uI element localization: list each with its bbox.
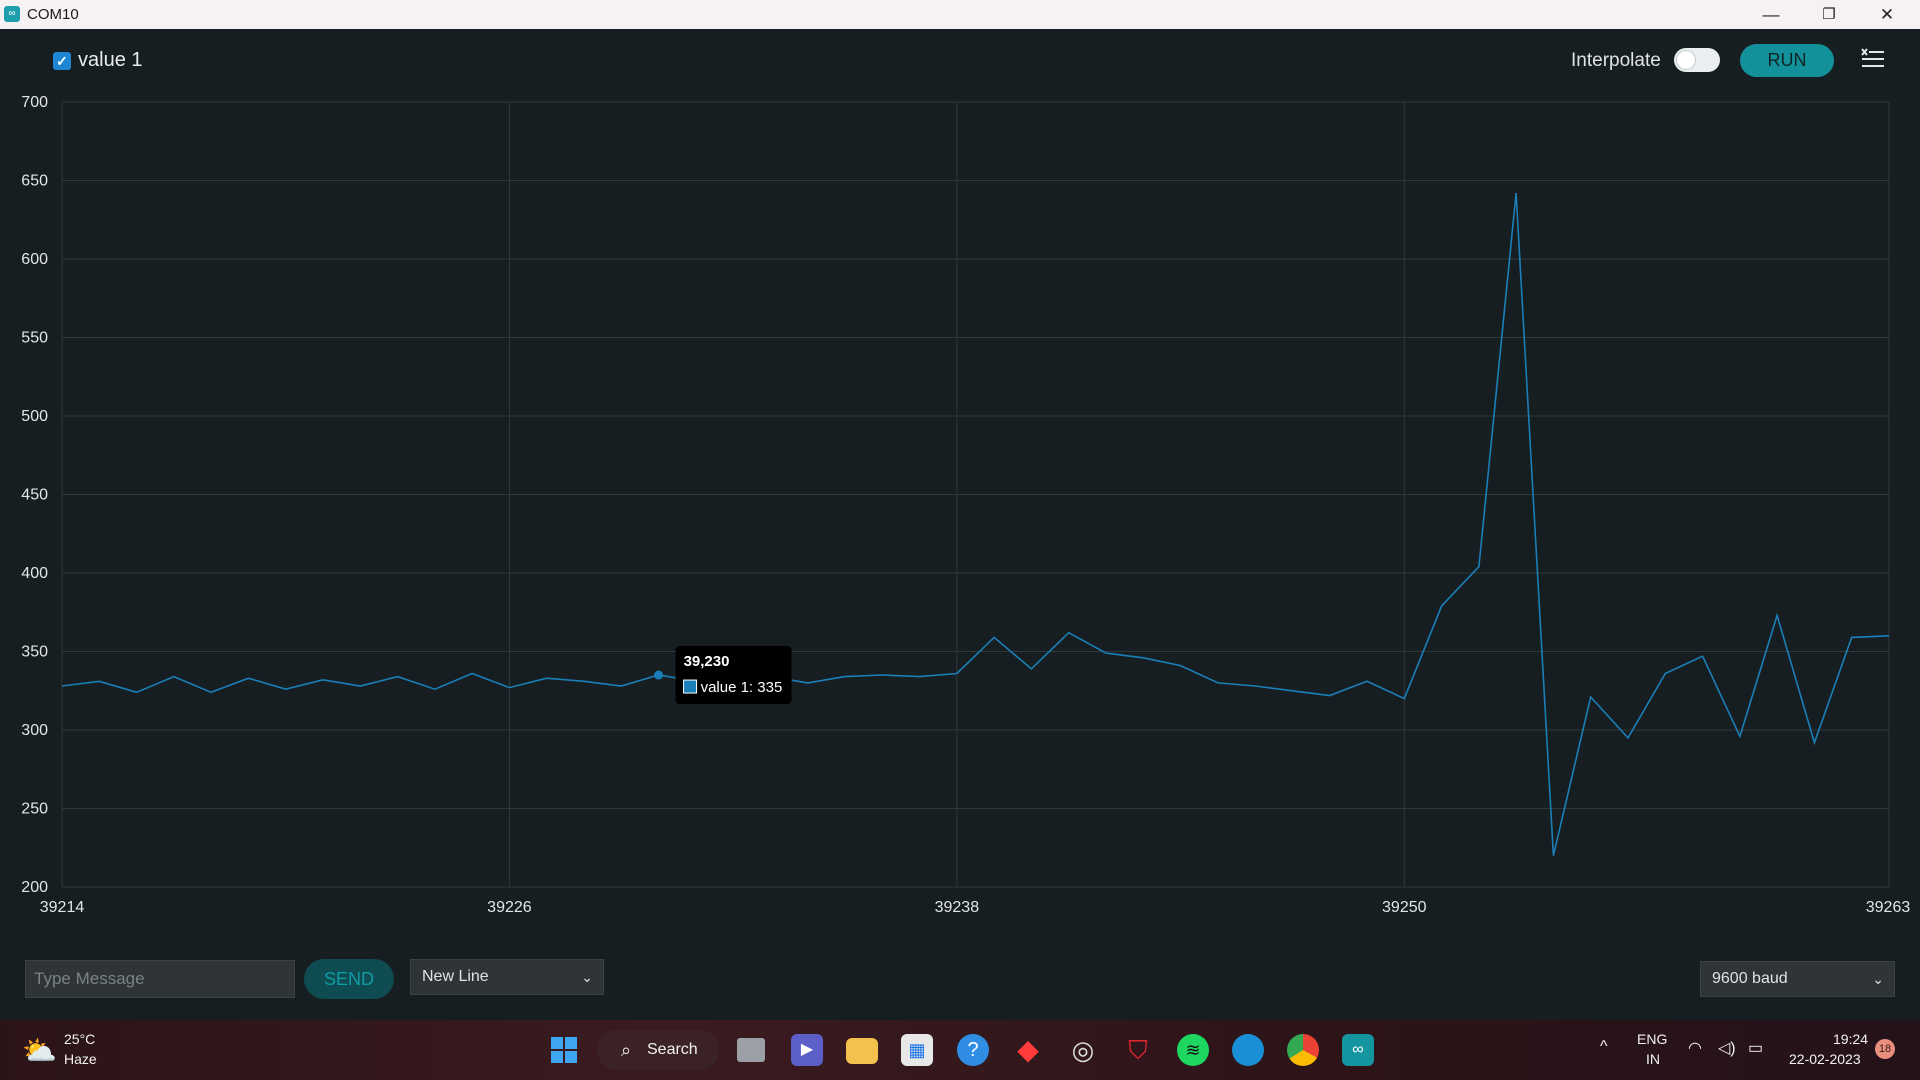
y-tick-label: 550 xyxy=(21,330,48,347)
file-explorer-icon[interactable] xyxy=(846,1038,878,1064)
obs-studio-icon[interactable]: ◎ xyxy=(1067,1034,1099,1066)
message-input[interactable] xyxy=(25,960,295,998)
y-tick-label: 600 xyxy=(21,251,48,268)
search-icon: ⌕ xyxy=(621,1040,632,1060)
send-button[interactable]: SEND xyxy=(304,959,394,999)
teams-chat-icon[interactable]: ▶ xyxy=(791,1034,823,1066)
x-tick-label: 39263 xyxy=(1866,899,1911,916)
chrome-browser-icon[interactable] xyxy=(1287,1034,1319,1066)
y-tick-label: 200 xyxy=(21,879,48,896)
task-view-icon[interactable] xyxy=(737,1038,765,1062)
get-help-icon[interactable]: ? xyxy=(957,1034,989,1066)
clear-list-icon[interactable] xyxy=(1860,46,1886,72)
window-title: COM10 xyxy=(27,6,79,23)
y-tick-label: 500 xyxy=(21,408,48,425)
chevron-down-icon: ⌄ xyxy=(1872,971,1884,987)
arduino-app-icon: ∞ xyxy=(4,6,20,22)
chart-grid xyxy=(61,101,1890,888)
input-region[interactable]: IN xyxy=(1646,1051,1660,1067)
weather-haze-icon[interactable]: ⛅ xyxy=(22,1034,57,1067)
wifi-icon[interactable]: ◠ xyxy=(1688,1038,1702,1058)
clock-time[interactable]: 19:24 xyxy=(1833,1031,1868,1047)
serial-plotter-chart[interactable]: 700650600550500450400350300250200 39214 3… xyxy=(0,90,1920,940)
close-button[interactable]: ✕ xyxy=(1864,0,1910,29)
toggle-knob xyxy=(1677,51,1695,69)
spotify-icon[interactable]: ≋ xyxy=(1177,1034,1209,1066)
chevron-down-icon: ⌄ xyxy=(581,969,593,985)
y-tick-label: 450 xyxy=(21,487,48,504)
baud-rate-value: 9600 baud xyxy=(1712,970,1788,987)
line-ending-select[interactable]: New Line ⌄ xyxy=(410,959,604,995)
chart-tooltip: 39,230 value 1: 335 xyxy=(654,646,792,705)
x-tick-label: 39226 xyxy=(487,899,532,916)
mcafee-icon[interactable]: ⛉ xyxy=(1122,1034,1154,1066)
notification-count-badge[interactable]: 18 xyxy=(1875,1039,1895,1059)
input-language[interactable]: ENG xyxy=(1637,1031,1667,1047)
window-titlebar: ∞ COM10 — ❐ ✕ xyxy=(0,0,1920,29)
anydesk-icon[interactable]: ◆ xyxy=(1012,1034,1044,1066)
tooltip-series-swatch xyxy=(683,679,698,694)
y-axis-ticks: 700 650 600 550 500 450 400 350 300 250 200 xyxy=(21,94,48,896)
taskbar-search[interactable]: ⌕ Search xyxy=(597,1030,719,1070)
line-ending-value: New Line xyxy=(422,968,489,985)
run-button[interactable]: RUN xyxy=(1740,44,1834,77)
minimize-button[interactable]: — xyxy=(1748,0,1794,29)
x-tick-label: 39250 xyxy=(1382,899,1427,916)
x-axis-ticks: 39214 39226 39238 39250 39263 xyxy=(40,899,1911,916)
y-tick-label: 300 xyxy=(21,722,48,739)
series-points xyxy=(61,193,1890,856)
microsoft-store-icon[interactable]: ▦ xyxy=(901,1034,933,1066)
y-tick-label: 700 xyxy=(21,94,48,111)
y-tick-label: 350 xyxy=(21,644,48,661)
edge-browser-icon[interactable] xyxy=(1232,1034,1264,1066)
clock-date[interactable]: 22-02-2023 xyxy=(1789,1051,1861,1067)
start-windows-icon[interactable] xyxy=(548,1034,580,1066)
y-tick-label: 250 xyxy=(21,801,48,818)
tooltip-series-value: value 1: 335 xyxy=(701,679,783,696)
arduino-ide-icon[interactable]: ∞ xyxy=(1342,1034,1374,1066)
series-line-value-1 xyxy=(61,193,1890,856)
volume-icon[interactable]: ◁) xyxy=(1718,1038,1736,1058)
taskbar: ⛅ 25°C Haze ⌕ Search ▶ ▦ ? ◆ ◎ ⛉ ≋ ∞ ^ E… xyxy=(0,1020,1920,1080)
tooltip-x-value: 39,230 xyxy=(684,653,730,670)
y-tick-label: 400 xyxy=(21,565,48,582)
show-hidden-icons-chevron-up-icon[interactable]: ^ xyxy=(1600,1038,1608,1056)
x-tick-label: 39238 xyxy=(935,899,980,916)
search-label: Search xyxy=(647,1041,698,1058)
interpolate-label: Interpolate xyxy=(1571,50,1661,71)
legend-label[interactable]: value 1 xyxy=(78,49,143,72)
weather-temperature[interactable]: 25°C xyxy=(64,1031,95,1047)
y-tick-label: 650 xyxy=(21,173,48,190)
x-tick-label: 39214 xyxy=(40,899,85,916)
battery-icon[interactable]: ▭ xyxy=(1748,1038,1763,1058)
weather-condition[interactable]: Haze xyxy=(64,1051,97,1067)
restore-button[interactable]: ❐ xyxy=(1806,0,1852,29)
baud-rate-select[interactable]: 9600 baud ⌄ xyxy=(1700,961,1895,997)
tooltip-hover-dot xyxy=(654,670,664,680)
interpolate-toggle[interactable] xyxy=(1674,48,1720,72)
legend-checkbox[interactable]: ✓ xyxy=(53,52,71,70)
